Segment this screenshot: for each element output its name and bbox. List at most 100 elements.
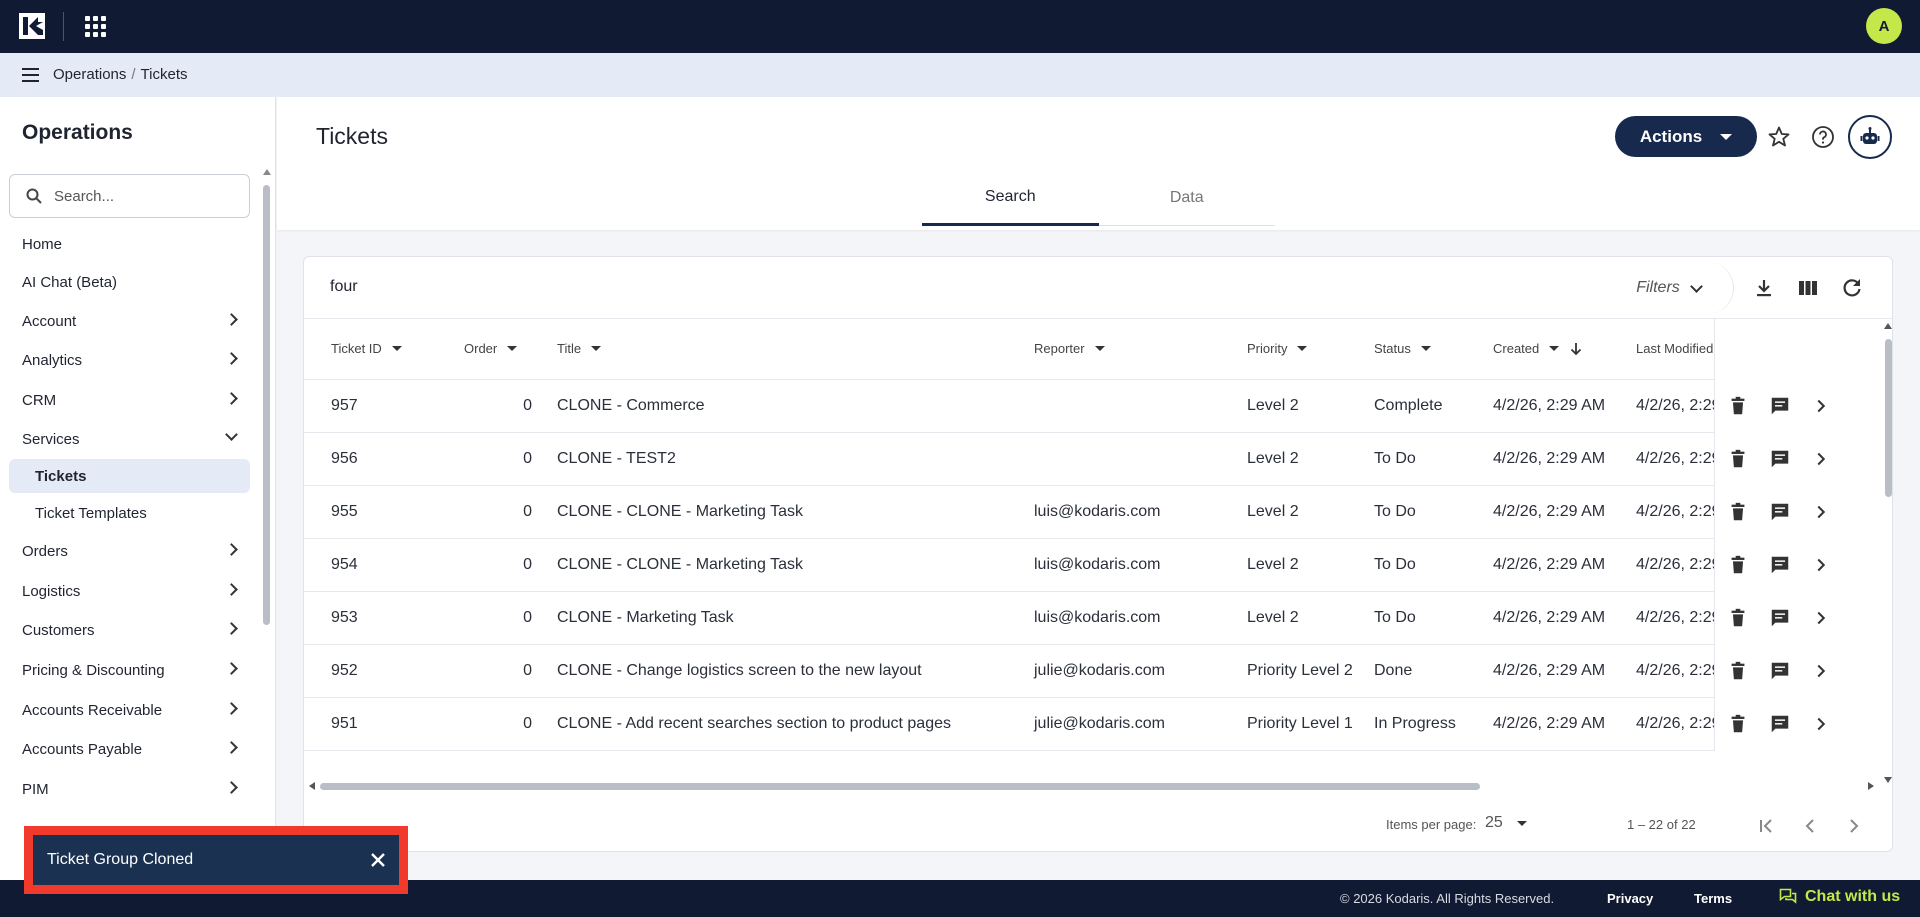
- ai-assistant-button[interactable]: [1848, 115, 1892, 159]
- chevron-right-icon[interactable]: [1810, 395, 1832, 417]
- comment-icon[interactable]: [1769, 607, 1791, 629]
- sidebar-item-orders[interactable]: Orders: [9, 534, 250, 568]
- scroll-right-arrow[interactable]: [1868, 782, 1874, 790]
- column-header-title[interactable]: Title: [557, 341, 602, 356]
- refresh-icon[interactable]: [1840, 276, 1864, 300]
- scroll-left-arrow[interactable]: [309, 782, 315, 790]
- sidebar-item-crm[interactable]: CRM: [9, 383, 250, 417]
- next-page-icon[interactable]: [1842, 814, 1866, 838]
- table-row[interactable]: 954 0 CLONE - CLONE - Marketing Task lui…: [304, 539, 1882, 592]
- chat-label: Chat with us: [1805, 888, 1901, 905]
- user-avatar[interactable]: A: [1866, 8, 1902, 44]
- chevron-right-icon[interactable]: [1810, 448, 1832, 470]
- sidebar-item-accounts-receivable[interactable]: Accounts Receivable: [9, 693, 250, 727]
- cell-status: Complete: [1374, 397, 1443, 414]
- scrollbar-thumb[interactable]: [263, 185, 270, 625]
- cell-priority: Level 2: [1247, 609, 1299, 626]
- star-icon[interactable]: [1767, 125, 1791, 149]
- column-header-priority[interactable]: Priority: [1247, 341, 1308, 356]
- sidebar-item-customers[interactable]: Customers: [9, 613, 250, 647]
- privacy-link[interactable]: Privacy: [1607, 891, 1653, 906]
- comment-icon[interactable]: [1769, 713, 1791, 735]
- apps-grid-icon[interactable]: [85, 16, 106, 37]
- columns-icon[interactable]: [1796, 276, 1820, 300]
- chevron-right-icon[interactable]: [1810, 713, 1832, 735]
- table-row[interactable]: 957 0 CLONE - Commerce Level 2 Complete …: [304, 380, 1882, 433]
- column-header-created[interactable]: Created: [1493, 341, 1583, 356]
- scrollbar-thumb[interactable]: [320, 783, 1480, 790]
- sidebar-search-input[interactable]: [54, 185, 239, 207]
- chevron-right-icon[interactable]: [1810, 554, 1832, 576]
- kodaris-logo[interactable]: [19, 13, 45, 39]
- delete-icon[interactable]: [1727, 501, 1749, 523]
- comment-icon[interactable]: [1769, 660, 1791, 682]
- menu-icon[interactable]: [22, 68, 39, 82]
- table-row[interactable]: 956 0 CLONE - TEST2 Level 2 To Do 4/2/26…: [304, 433, 1882, 486]
- delete-icon[interactable]: [1727, 713, 1749, 735]
- table-row[interactable]: 951 0 CLONE - Add recent searches sectio…: [304, 698, 1882, 751]
- row-actions: [1714, 486, 1882, 539]
- sidebar-item-accounts-payable[interactable]: Accounts Payable: [9, 732, 250, 766]
- first-page-icon[interactable]: [1754, 814, 1778, 838]
- cell-ticket-id: 954: [331, 556, 358, 573]
- chevron-right-icon: [225, 583, 238, 596]
- actions-button[interactable]: Actions: [1615, 116, 1757, 157]
- sidebar-item-ticket-templates[interactable]: Ticket Templates: [9, 496, 250, 530]
- delete-icon[interactable]: [1727, 395, 1749, 417]
- help-icon[interactable]: [1811, 125, 1835, 149]
- delete-icon[interactable]: [1727, 607, 1749, 629]
- delete-icon[interactable]: [1727, 554, 1749, 576]
- sidebar-item-home[interactable]: Home: [9, 227, 250, 261]
- close-icon[interactable]: [369, 851, 387, 869]
- column-header-order[interactable]: Order: [464, 341, 518, 356]
- cell-reporter: luis@kodaris.com: [1034, 609, 1161, 626]
- previous-page-icon[interactable]: [1798, 814, 1822, 838]
- sidebar-scrollbar[interactable]: [262, 169, 271, 869]
- last-page-icon[interactable]: [1886, 814, 1893, 838]
- chevron-right-icon[interactable]: [1810, 660, 1832, 682]
- table-vertical-scrollbar[interactable]: [1882, 319, 1892, 789]
- table-row[interactable]: 953 0 CLONE - Marketing Task luis@kodari…: [304, 592, 1882, 645]
- column-header-status[interactable]: Status: [1374, 341, 1431, 356]
- chevron-right-icon[interactable]: [1810, 607, 1832, 629]
- sidebar-item-account[interactable]: Account: [9, 304, 250, 338]
- comment-icon[interactable]: [1769, 395, 1791, 417]
- sidebar-item-logistics[interactable]: Logistics: [9, 574, 250, 608]
- comment-icon[interactable]: [1769, 501, 1791, 523]
- sidebar-item-ai-chat[interactable]: AI Chat (Beta): [9, 265, 250, 299]
- terms-link[interactable]: Terms: [1694, 891, 1732, 906]
- tab-search[interactable]: Search: [922, 170, 1099, 226]
- chat-with-us-button[interactable]: Chat with us: [1779, 888, 1900, 906]
- caret-down-icon: [1720, 133, 1733, 140]
- comment-icon[interactable]: [1769, 448, 1791, 470]
- tab-data[interactable]: Data: [1098, 170, 1275, 226]
- sidebar-item-pim[interactable]: PIM: [9, 772, 250, 806]
- chevron-right-icon[interactable]: [1810, 501, 1832, 523]
- search-query[interactable]: four: [330, 278, 358, 296]
- more-vert-icon[interactable]: [1884, 276, 1893, 300]
- cell-created: 4/2/26, 2:29 AM: [1493, 715, 1606, 732]
- scroll-up-arrow[interactable]: [1884, 323, 1892, 329]
- table-row[interactable]: 952 0 CLONE - Change logistics screen to…: [304, 645, 1882, 698]
- table-horizontal-scrollbar[interactable]: [304, 780, 1882, 792]
- cell-last-modified: 4/2/26, 2:29: [1636, 503, 1721, 520]
- scrollbar-thumb[interactable]: [1885, 339, 1892, 497]
- scroll-up-arrow[interactable]: [263, 169, 271, 175]
- sort-caret-icon: [391, 346, 402, 351]
- sidebar-item-services[interactable]: Services: [9, 422, 250, 456]
- sidebar-item-tickets[interactable]: Tickets: [9, 459, 250, 493]
- scroll-down-arrow[interactable]: [1884, 777, 1892, 783]
- sidebar-item-analytics[interactable]: Analytics: [9, 343, 250, 377]
- filters-button[interactable]: Filters: [1604, 262, 1734, 314]
- column-header-last-modified[interactable]: Last Modified: [1636, 341, 1713, 356]
- download-icon[interactable]: [1752, 276, 1776, 300]
- column-header-reporter[interactable]: Reporter: [1034, 341, 1105, 356]
- column-header-ticket-id[interactable]: Ticket ID: [331, 341, 402, 356]
- table-row[interactable]: 955 0 CLONE - CLONE - Marketing Task lui…: [304, 486, 1882, 539]
- delete-icon[interactable]: [1727, 448, 1749, 470]
- items-per-page-select[interactable]: 25: [1485, 814, 1527, 832]
- delete-icon[interactable]: [1727, 660, 1749, 682]
- sidebar-item-pricing[interactable]: Pricing & Discounting: [9, 653, 250, 687]
- breadcrumb-section[interactable]: Operations: [53, 66, 126, 83]
- comment-icon[interactable]: [1769, 554, 1791, 576]
